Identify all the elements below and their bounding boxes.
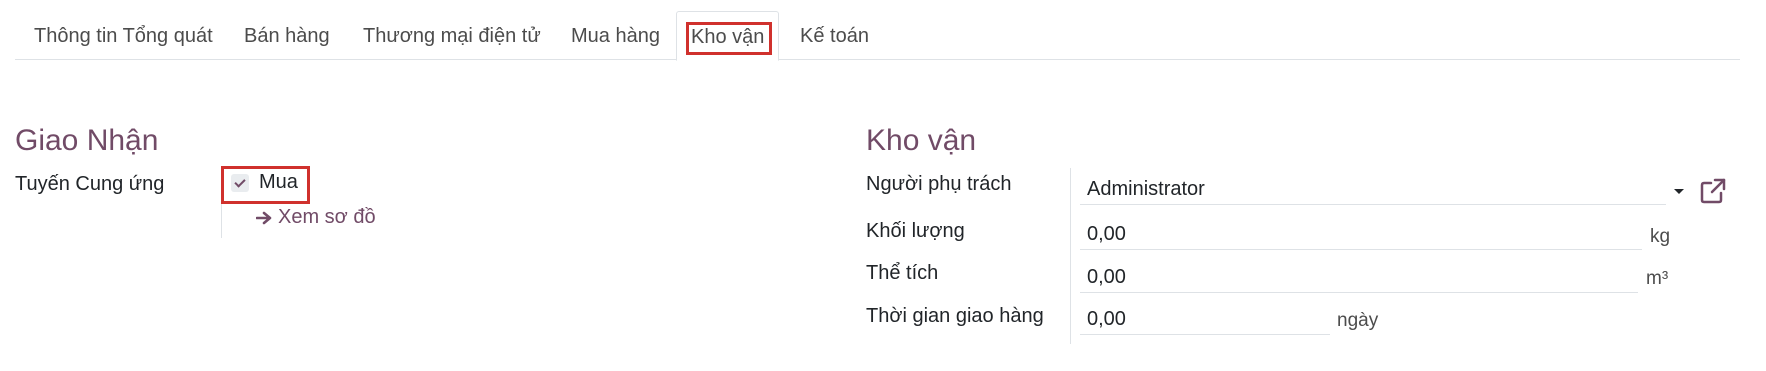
external-link-icon[interactable] xyxy=(1699,177,1727,205)
tab-general-info[interactable]: Thông tin Tổng quát xyxy=(34,11,213,59)
responsible-label: Người phụ trách xyxy=(866,173,1012,195)
volume-input[interactable]: 0,00 xyxy=(1080,259,1638,293)
tab-purchase[interactable]: Mua hàng xyxy=(571,11,660,59)
tab-sales[interactable]: Bán hàng xyxy=(244,11,330,59)
weight-input[interactable]: 0,00 xyxy=(1080,216,1642,250)
routes-label: Tuyến Cung ứng xyxy=(15,173,165,195)
caret-down-icon[interactable] xyxy=(1674,189,1684,194)
lead-time-unit: ngày xyxy=(1337,310,1379,331)
lead-time-label: Thời gian giao hàng xyxy=(866,305,1044,327)
volume-label: Thể tích xyxy=(866,262,939,284)
weight-label: Khối lượng xyxy=(866,220,965,242)
tab-inventory-label: Kho vận xyxy=(691,26,765,48)
view-diagram-label: Xem sơ đồ xyxy=(278,206,376,228)
weight-unit: kg xyxy=(1650,226,1671,247)
check-icon[interactable] xyxy=(231,173,249,192)
tab-accounting[interactable]: Kế toán xyxy=(800,11,869,59)
tab-inventory[interactable]: Kho vận xyxy=(676,11,780,61)
logistics-section-title: Kho vận xyxy=(866,124,977,157)
field-divider-right xyxy=(1070,168,1071,344)
lead-time-input[interactable]: 0,00 xyxy=(1080,301,1330,335)
tab-ecommerce[interactable]: Thương mại điện tử xyxy=(363,11,541,59)
responsible-select[interactable]: Administrator xyxy=(1080,171,1666,205)
field-divider-left xyxy=(221,168,222,238)
volume-unit: m³ xyxy=(1646,268,1669,289)
route-item-buy[interactable]: Mua xyxy=(231,171,298,194)
notebook-tabs: Thông tin Tổng quát Bán hàng Thương mại … xyxy=(15,11,1740,61)
route-label-buy: Mua xyxy=(259,171,298,193)
delivery-section-title: Giao Nhận xyxy=(15,124,159,157)
arrow-right-icon xyxy=(256,211,272,224)
view-diagram-link[interactable]: Xem sơ đồ xyxy=(256,206,376,229)
